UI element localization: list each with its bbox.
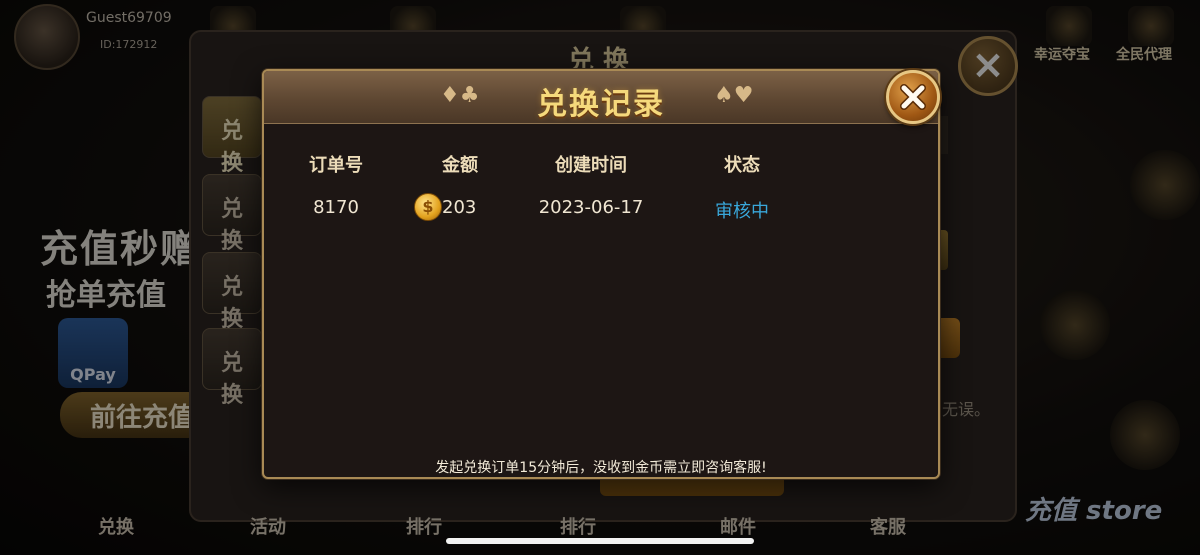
qpay-logo: QPay <box>58 318 128 388</box>
player-name: Guest69709 <box>86 10 172 26</box>
store-badge[interactable]: 充值 store <box>1025 490 1175 546</box>
modal-close-button[interactable] <box>886 70 940 124</box>
promo-banner-line2: 抢单充值 <box>46 278 166 313</box>
home-indicator[interactable] <box>446 538 754 544</box>
player-id: ID:172912 <box>100 38 158 51</box>
bottom-nav-activity[interactable]: 活动 <box>250 513 286 539</box>
close-icon <box>900 84 926 110</box>
suit-spade-heart-icon: ♠♥ <box>714 83 754 108</box>
bottom-nav-service[interactable]: 客服 <box>870 513 906 539</box>
bottom-nav-mail[interactable]: 邮件 <box>720 513 756 539</box>
player-avatar[interactable] <box>14 4 80 70</box>
exchange-side-tab[interactable]: 兑换 <box>202 328 262 408</box>
lucky-draw-icon[interactable] <box>1046 6 1092 46</box>
order-number: 8170 <box>313 197 359 218</box>
agent-icon[interactable] <box>1128 6 1174 46</box>
exchange-side-tab[interactable]: 兑换 <box>202 174 262 254</box>
lucky-draw-label: 幸运夺宝 <box>1034 47 1090 63</box>
bottom-nav-exchange[interactable]: 兑换 <box>98 513 134 539</box>
bottom-nav-rank[interactable]: 排行 <box>406 513 442 539</box>
exchange-input-box <box>940 116 948 154</box>
game-screen: Guest69709 ID:172912 幸运夺宝 全民代理 充值秒赠 抢单充值… <box>0 0 1200 555</box>
exchange-hint-text: 无误。 <box>942 400 991 419</box>
game-tile-icon[interactable] <box>1110 400 1180 470</box>
modal-header: ♦♣ 兑换记录 ♠♥ <box>264 71 938 124</box>
order-amount: 203 <box>442 197 477 218</box>
promo-banner-line1: 充值秒赠 <box>40 227 201 271</box>
exchange-record-modal: ♦♣ 兑换记录 ♠♥ 订单号 金额 创建时间 状态 8170 $ 203 202… <box>262 69 940 479</box>
order-status: 审核中 <box>715 201 769 222</box>
bottom-nav-rank-2[interactable]: 排行 <box>560 513 596 539</box>
exchange-panel-close-icon[interactable]: × <box>958 36 1018 96</box>
column-header-created: 创建时间 <box>555 155 627 176</box>
order-created-date: 2023-06-17 <box>538 197 644 218</box>
game-tile-icon[interactable] <box>1130 150 1200 220</box>
gold-coin-icon: $ <box>414 193 442 221</box>
go-recharge-button[interactable]: 前往充值 <box>60 392 210 438</box>
column-header-amount: 金额 <box>442 155 478 176</box>
column-header-status: 状态 <box>724 155 760 176</box>
exchange-side-tab[interactable]: 兑换 <box>202 96 262 176</box>
agent-label: 全民代理 <box>1116 47 1172 63</box>
exchange-side-tab[interactable]: 兑换 <box>202 252 262 332</box>
modal-title: 兑换记录 <box>537 87 665 122</box>
exchange-notice: 发起兑换订单15分钟后，没收到金币需立即咨询客服! <box>435 460 767 476</box>
column-header-order-no: 订单号 <box>309 155 363 176</box>
game-tile-icon[interactable] <box>1040 290 1110 360</box>
